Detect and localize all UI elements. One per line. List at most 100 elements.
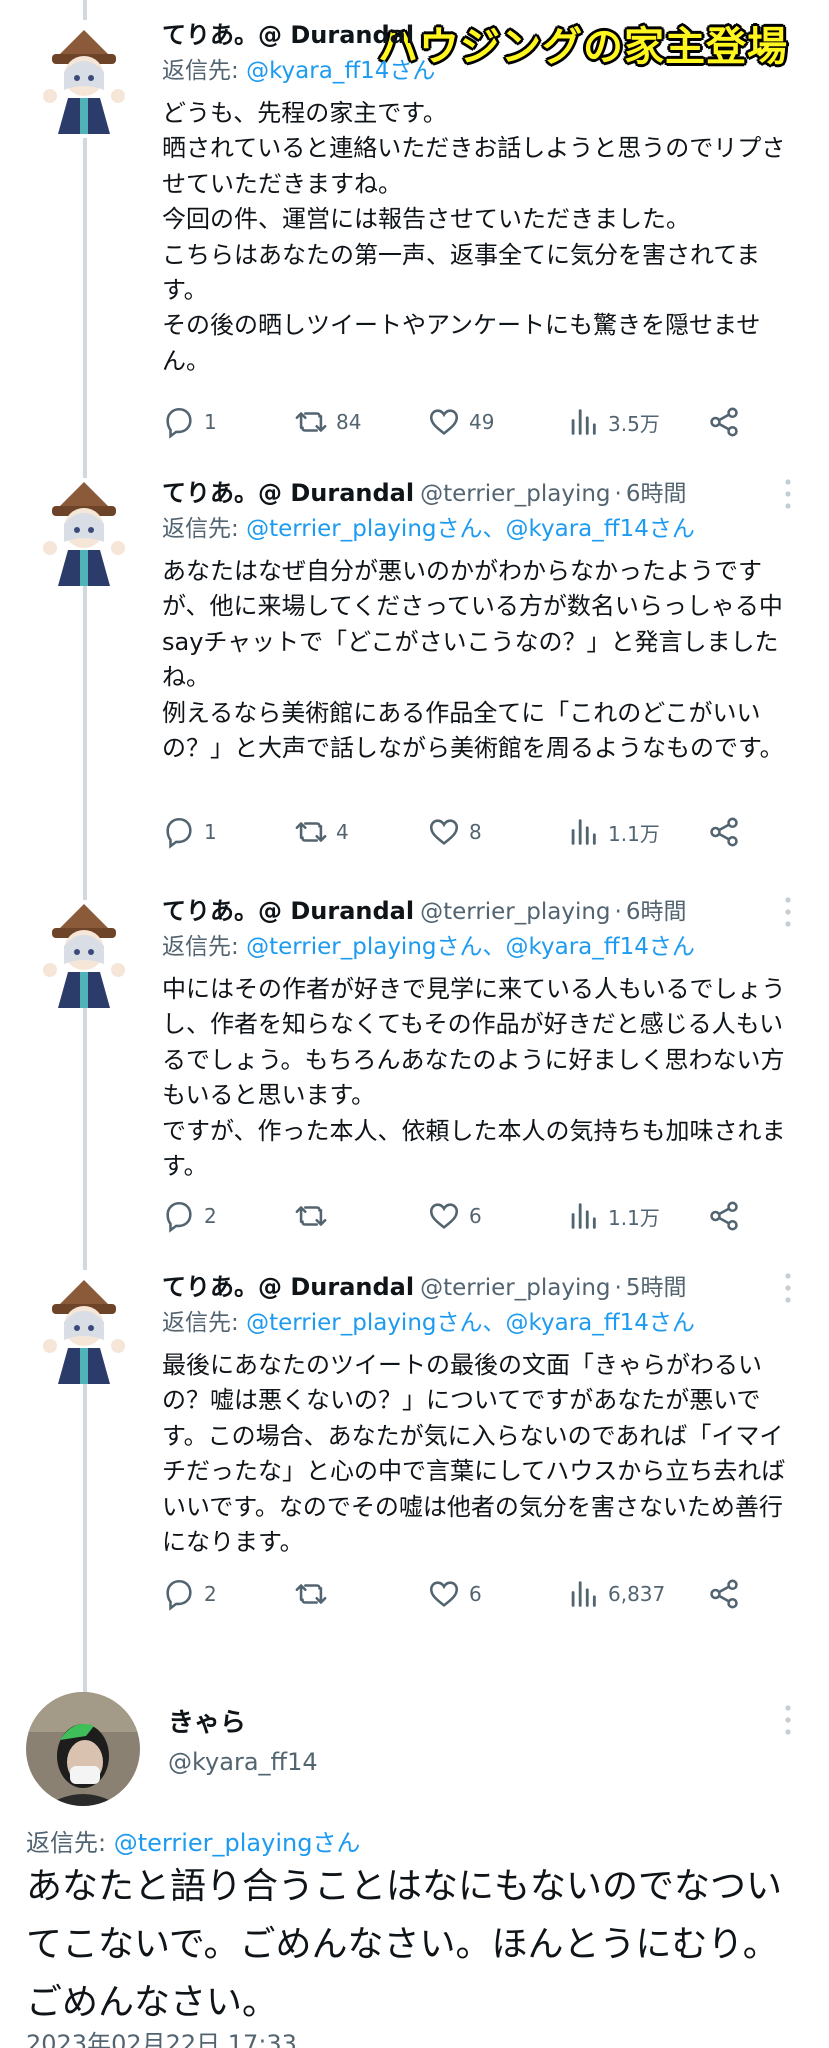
- separator-dot: ·: [614, 899, 622, 925]
- avatar[interactable]: [38, 1276, 130, 1388]
- username[interactable]: @kyara_ff14: [168, 1748, 318, 1776]
- display-name[interactable]: てりあ。@ Durandal: [162, 1273, 414, 1301]
- reply-icon: [162, 815, 196, 849]
- reply-to: 返信先: @terrier_playingさん、@kyara_ff14さん: [162, 512, 802, 546]
- avatar[interactable]: [38, 26, 130, 138]
- reply-mention-link[interactable]: @terrier_playingさん、@kyara_ff14さん: [246, 516, 695, 542]
- tweet-line: 最後にあなたのツイートの最後の文面「きゃらがわるいの？嘘は悪くないの？」について…: [162, 1351, 786, 1557]
- views-icon: [566, 1199, 600, 1233]
- share-icon: [707, 405, 741, 439]
- views-count: 6,837: [608, 1582, 666, 1606]
- reply-count: 1: [204, 410, 217, 434]
- tweet-line: 今回の件、運営には報告させていただきました。: [162, 205, 690, 234]
- reply-button[interactable]: 2: [162, 1574, 217, 1614]
- tweet-time[interactable]: 6時間: [626, 899, 687, 925]
- views-button[interactable]: 1.1万: [566, 812, 660, 852]
- retweet-button[interactable]: 84: [294, 402, 361, 442]
- display-name[interactable]: てりあ。@ Durandal: [162, 479, 414, 507]
- display-name[interactable]: きゃら: [168, 1702, 246, 1739]
- separator-dot: ·: [614, 481, 622, 507]
- retweet-count: 84: [336, 410, 362, 434]
- heart-icon: [427, 1577, 461, 1611]
- reply-icon: [162, 1577, 196, 1611]
- separator-dot: ·: [614, 1275, 622, 1301]
- reply-button[interactable]: 1: [162, 812, 217, 852]
- retweet-icon: [294, 1577, 328, 1611]
- more-icon[interactable]: [783, 894, 793, 930]
- reply-to: 返信先: @kyara_ff14さん: [162, 54, 802, 88]
- reply-to-label: 返信先:: [162, 934, 247, 960]
- tweet-time[interactable]: 5時間: [626, 1275, 687, 1301]
- retweet-button[interactable]: [294, 1196, 336, 1236]
- tweet-line: 中にはその作者が好きで見学に来ている人もいるでしょうし、作者を知らなくてもその作…: [162, 975, 786, 1110]
- tweet-timestamp[interactable]: 2023年02月22日 17:33: [26, 2024, 297, 2048]
- display-name[interactable]: てりあ。@ Durandal: [162, 21, 414, 49]
- reply-count: 2: [204, 1582, 217, 1606]
- like-button[interactable]: 6: [427, 1196, 482, 1236]
- tweet-text: 最後にあなたのツイートの最後の文面「きゃらがわるいの？嘘は悪くないの？」について…: [162, 1348, 802, 1560]
- like-count: 6: [469, 1204, 482, 1228]
- avatar[interactable]: [38, 900, 130, 1012]
- reply-to-label: 返信先:: [162, 1310, 247, 1336]
- thread-line: [83, 0, 87, 20]
- reply-mention-link[interactable]: @kyara_ff14さん: [246, 58, 435, 84]
- retweet-button[interactable]: [294, 1574, 336, 1614]
- tweet-line: こちらはあなたの第一声、返事全てに気分を害されてます。: [162, 240, 761, 305]
- reply-button[interactable]: 2: [162, 1196, 217, 1236]
- heart-icon: [427, 815, 461, 849]
- more-icon[interactable]: [783, 476, 793, 512]
- reply-to-label: 返信先:: [26, 1829, 114, 1857]
- reply-to-label: 返信先:: [162, 58, 247, 84]
- tweet-line: あなたはなぜ自分が悪いのかがわからなかったようですが、他に来場してくださっている…: [162, 557, 783, 692]
- tweet-time[interactable]: 6時間: [626, 481, 687, 507]
- reply-mention-link[interactable]: @terrier_playingさん、@kyara_ff14さん: [246, 934, 695, 960]
- like-button[interactable]: 6: [427, 1574, 482, 1614]
- tweet-text: 中にはその作者が好きで見学に来ている人もいるでしょうし、作者を知らなくてもその作…: [162, 972, 802, 1184]
- username[interactable]: @terrier_playing: [420, 481, 610, 507]
- retweet-icon: [294, 1199, 328, 1233]
- avatar[interactable]: [38, 478, 130, 590]
- views-button[interactable]: 6,837: [566, 1574, 665, 1614]
- reply-icon: [162, 405, 196, 439]
- reply-to: 返信先: @terrier_playingさん: [26, 1823, 360, 1858]
- heart-icon: [427, 1199, 461, 1233]
- share-icon: [707, 1199, 741, 1233]
- like-count: 49: [469, 410, 495, 434]
- views-icon: [566, 815, 600, 849]
- reply-icon: [162, 1199, 196, 1233]
- views-button[interactable]: 1.1万: [566, 1196, 660, 1236]
- reply-count: 2: [204, 1204, 217, 1228]
- reply-mention-link[interactable]: @terrier_playingさん: [114, 1829, 361, 1857]
- tweet-actions: 2 6 6,837: [162, 1574, 738, 1614]
- like-count: 8: [469, 820, 482, 844]
- share-button[interactable]: [707, 1574, 741, 1614]
- views-icon: [566, 1577, 600, 1611]
- retweet-button[interactable]: 4: [294, 812, 349, 852]
- display-name[interactable]: てりあ。@ Durandal: [162, 897, 414, 925]
- share-button[interactable]: [707, 402, 741, 442]
- reply-mention-link[interactable]: @terrier_playingさん、@kyara_ff14さん: [246, 1310, 695, 1336]
- tweet-text: どうも、先程の家主です。 晒されていると連絡いただきお話しようと思うのでリプさせ…: [162, 96, 802, 379]
- more-icon[interactable]: [783, 1270, 793, 1306]
- share-icon: [707, 815, 741, 849]
- reply-button[interactable]: 1: [162, 402, 217, 442]
- tweet-line: どうも、先程の家主です。: [162, 99, 447, 127]
- share-button[interactable]: [707, 812, 741, 852]
- share-icon: [707, 1577, 741, 1611]
- avatar[interactable]: [26, 1692, 140, 1806]
- share-button[interactable]: [707, 1196, 741, 1236]
- thread-line: [83, 562, 87, 900]
- username[interactable]: @terrier_playing: [420, 1275, 610, 1301]
- tweet-text: あなたはなぜ自分が悪いのかがわからなかったようですが、他に来場してくださっている…: [162, 554, 802, 766]
- views-button[interactable]: 3.5万: [566, 402, 660, 442]
- views-count: 3.5万: [608, 411, 660, 436]
- reply-to: 返信先: @terrier_playingさん、@kyara_ff14さん: [162, 1306, 802, 1340]
- more-icon[interactable]: [783, 1702, 793, 1738]
- like-button[interactable]: 49: [427, 402, 494, 442]
- thread-line: [83, 138, 87, 478]
- like-count: 6: [469, 1582, 482, 1606]
- views-count: 1.1万: [608, 1205, 660, 1230]
- like-button[interactable]: 8: [427, 812, 482, 852]
- heart-icon: [427, 405, 461, 439]
- username[interactable]: @terrier_playing: [420, 899, 610, 925]
